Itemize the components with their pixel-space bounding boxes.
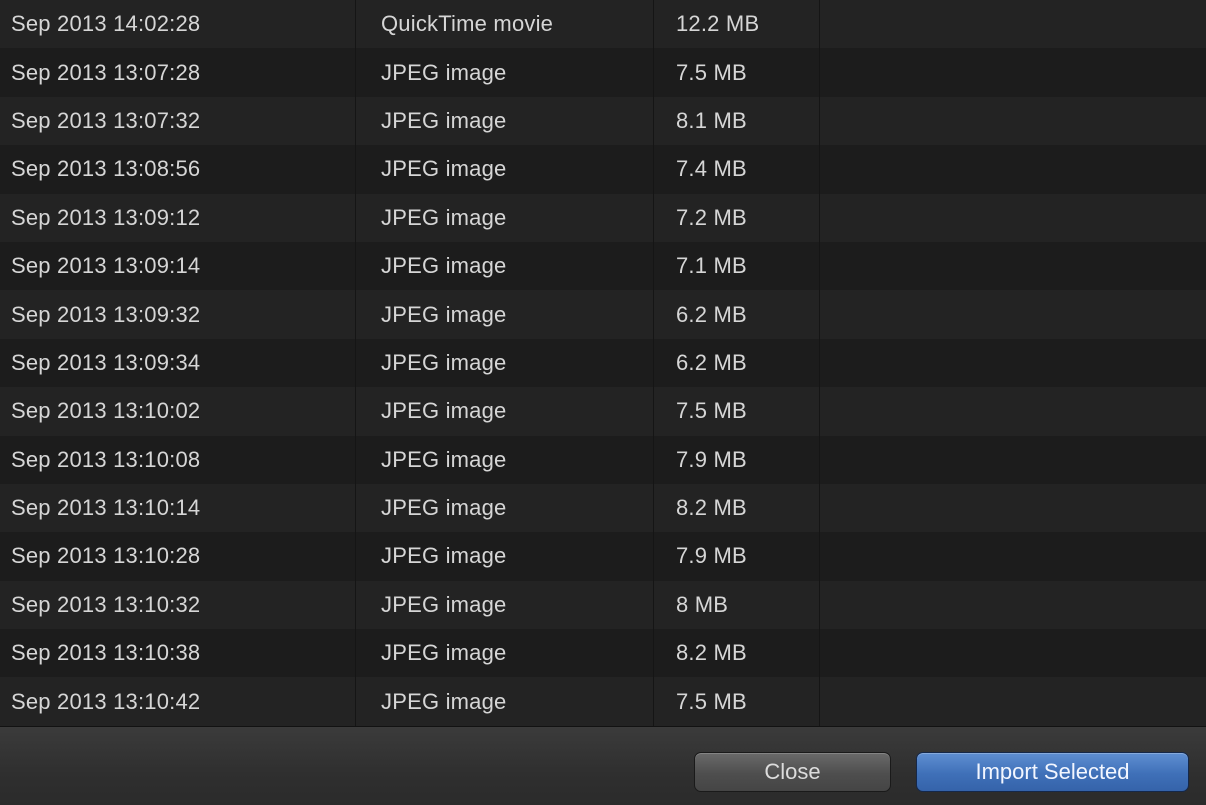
file-row[interactable]: Sep 2013 13:09:12 JPEG image 7.2 MB <box>0 193 1206 242</box>
file-kind: JPEG image <box>356 48 654 97</box>
close-button[interactable]: Close <box>694 752 891 792</box>
file-size: 8.2 MB <box>654 629 820 678</box>
file-kind: JPEG image <box>356 435 654 484</box>
file-row[interactable]: Sep 2013 13:10:38 JPEG image 8.2 MB <box>0 629 1206 678</box>
file-row[interactable]: Sep 2013 13:10:32 JPEG image 8 MB <box>0 580 1206 630</box>
file-kind: JPEG image <box>356 96 654 146</box>
file-date: Sep 2013 13:09:32 <box>0 290 356 339</box>
file-size: 6.2 MB <box>654 338 820 388</box>
file-date: Sep 2013 13:09:14 <box>0 241 356 291</box>
dialog-footer: Close Import Selected <box>0 726 1206 805</box>
file-kind: JPEG image <box>356 483 654 533</box>
empty-cell <box>820 194 1206 242</box>
file-date: Sep 2013 13:08:56 <box>0 145 356 194</box>
file-date: Sep 2013 13:10:42 <box>0 677 356 726</box>
empty-cell <box>820 436 1206 484</box>
file-kind: JPEG image <box>356 532 654 581</box>
file-kind: JPEG image <box>356 290 654 339</box>
file-size: 7.9 MB <box>654 435 820 484</box>
file-kind: JPEG image <box>356 338 654 388</box>
file-row[interactable]: Sep 2013 13:10:08 JPEG image 7.9 MB <box>0 435 1206 484</box>
file-row[interactable]: Sep 2013 13:10:14 JPEG image 8.2 MB <box>0 483 1206 533</box>
file-row[interactable]: Sep 2013 13:07:28 JPEG image 7.5 MB <box>0 48 1206 97</box>
empty-cell <box>820 145 1206 193</box>
file-size: 8.2 MB <box>654 483 820 533</box>
file-date: Sep 2013 13:10:08 <box>0 435 356 484</box>
empty-cell <box>820 97 1206 145</box>
empty-cell <box>820 484 1206 532</box>
file-kind: JPEG image <box>356 580 654 630</box>
file-kind: JPEG image <box>356 677 654 726</box>
file-size: 7.9 MB <box>654 532 820 581</box>
file-row[interactable]: Sep 2013 14:02:28 QuickTime movie 12.2 MB <box>0 0 1206 49</box>
file-row[interactable]: Sep 2013 13:09:14 JPEG image 7.1 MB <box>0 241 1206 291</box>
file-row[interactable]: Sep 2013 13:10:42 JPEG image 7.5 MB <box>0 677 1206 726</box>
empty-cell <box>820 48 1206 96</box>
file-date: Sep 2013 13:09:34 <box>0 338 356 388</box>
empty-cell <box>820 0 1206 48</box>
file-row[interactable]: Sep 2013 13:10:28 JPEG image 7.9 MB <box>0 532 1206 581</box>
empty-cell <box>820 677 1206 725</box>
file-date: Sep 2013 14:02:28 <box>0 0 356 49</box>
file-row[interactable]: Sep 2013 13:08:56 JPEG image 7.4 MB <box>0 145 1206 194</box>
file-kind: JPEG image <box>356 629 654 678</box>
file-row[interactable]: Sep 2013 13:09:34 JPEG image 6.2 MB <box>0 338 1206 388</box>
file-size: 8.1 MB <box>654 96 820 146</box>
file-size: 7.1 MB <box>654 241 820 291</box>
file-list[interactable]: Sep 2013 14:02:28 QuickTime movie 12.2 MB S… <box>0 0 1206 726</box>
file-date: Sep 2013 13:10:32 <box>0 580 356 630</box>
import-dialog: Sep 2013 14:02:28 QuickTime movie 12.2 MB S… <box>0 0 1206 805</box>
empty-cell <box>820 387 1206 435</box>
file-row[interactable]: Sep 2013 13:07:32 JPEG image 8.1 MB <box>0 96 1206 146</box>
file-kind: JPEG image <box>356 387 654 436</box>
file-date: Sep 2013 13:07:32 <box>0 96 356 146</box>
empty-cell <box>820 629 1206 677</box>
empty-cell <box>820 242 1206 290</box>
file-size: 7.2 MB <box>654 193 820 242</box>
file-kind: JPEG image <box>356 193 654 242</box>
file-size: 8 MB <box>654 580 820 630</box>
file-size: 7.4 MB <box>654 145 820 194</box>
empty-cell <box>820 581 1206 629</box>
file-row[interactable]: Sep 2013 13:09:32 JPEG image 6.2 MB <box>0 290 1206 339</box>
file-kind: JPEG image <box>356 145 654 194</box>
file-date: Sep 2013 13:10:38 <box>0 629 356 678</box>
import-selected-button[interactable]: Import Selected <box>916 752 1189 792</box>
file-date: Sep 2013 13:10:02 <box>0 387 356 436</box>
file-date: Sep 2013 13:10:28 <box>0 532 356 581</box>
empty-cell <box>820 339 1206 387</box>
empty-cell <box>820 290 1206 338</box>
empty-cell <box>820 532 1206 580</box>
file-row[interactable]: Sep 2013 13:10:02 JPEG image 7.5 MB <box>0 387 1206 436</box>
file-date: Sep 2013 13:10:14 <box>0 483 356 533</box>
file-size: 6.2 MB <box>654 290 820 339</box>
file-size: 12.2 MB <box>654 0 820 49</box>
file-size: 7.5 MB <box>654 48 820 97</box>
file-kind: QuickTime movie <box>356 0 654 49</box>
file-kind: JPEG image <box>356 241 654 291</box>
file-date: Sep 2013 13:07:28 <box>0 48 356 97</box>
file-size: 7.5 MB <box>654 677 820 726</box>
file-date: Sep 2013 13:09:12 <box>0 193 356 242</box>
file-size: 7.5 MB <box>654 387 820 436</box>
